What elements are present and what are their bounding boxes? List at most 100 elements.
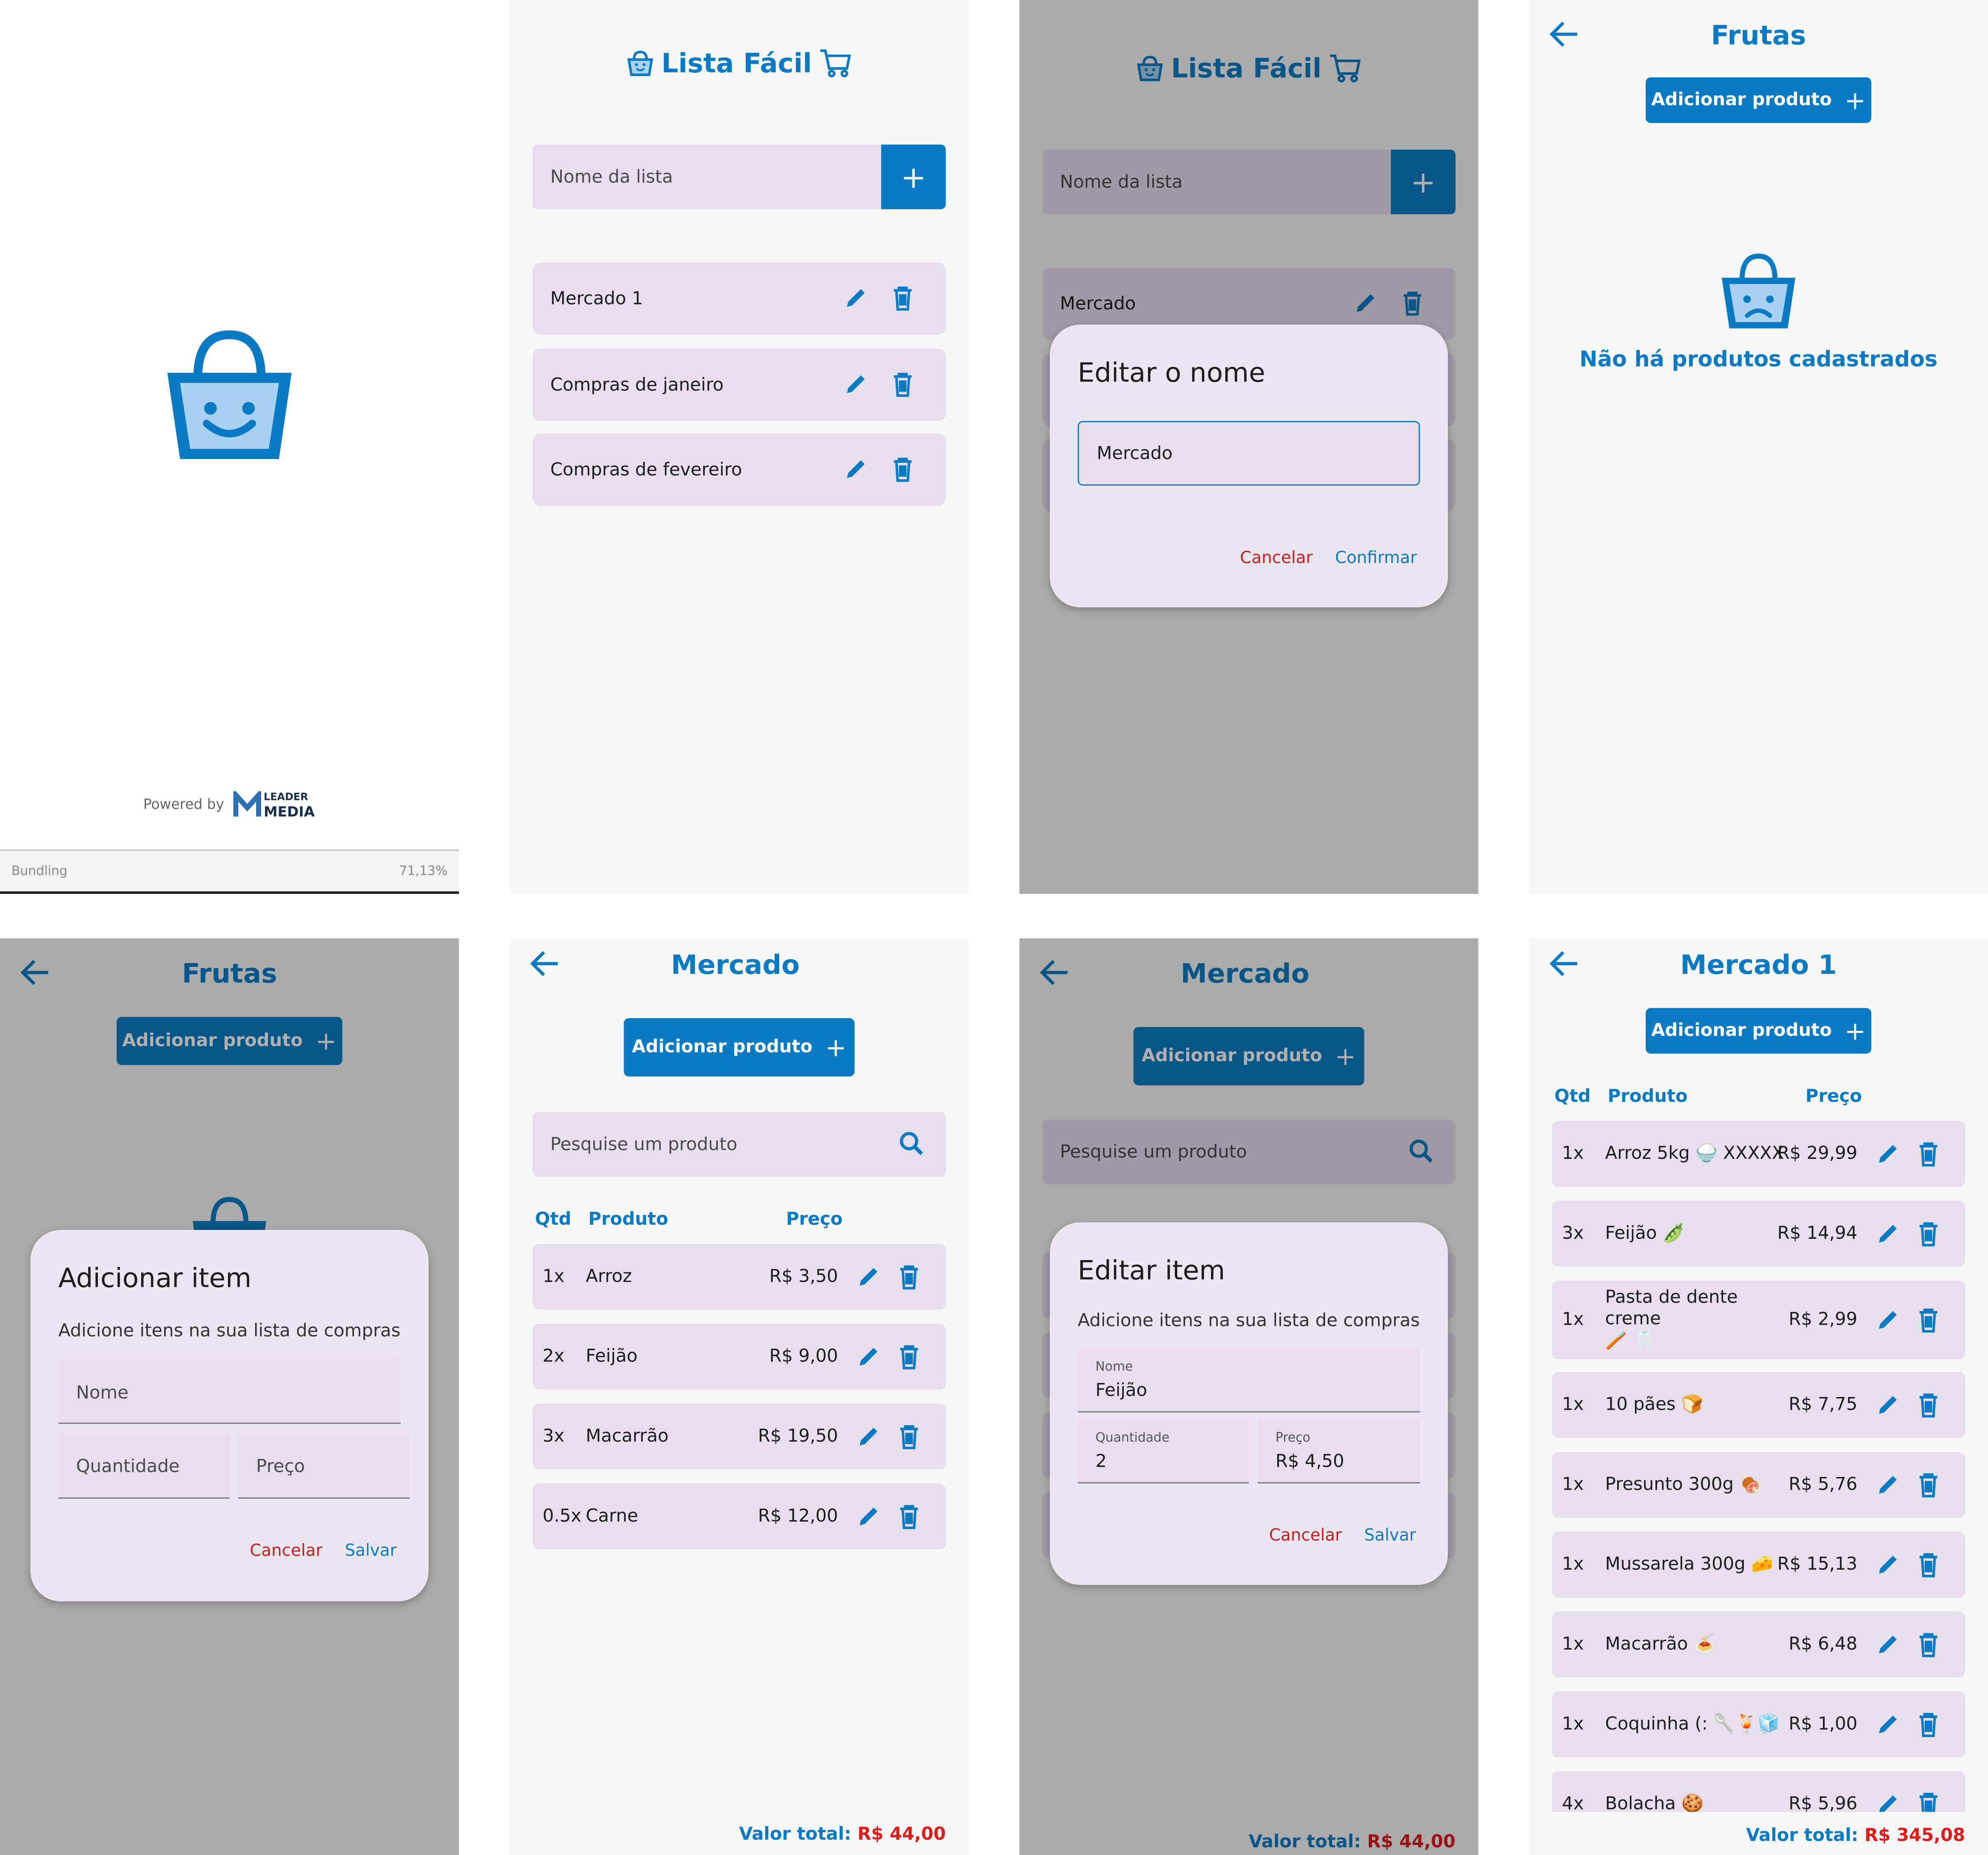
add-product-button[interactable]: Adicionar produto + bbox=[1646, 77, 1871, 123]
add-product-button[interactable]: Adicionar produto + bbox=[624, 1018, 855, 1077]
pencil-icon[interactable] bbox=[856, 1504, 881, 1529]
table-row[interactable]: 2x Feijão R$ 9,00 bbox=[532, 1323, 946, 1390]
save-button[interactable]: Salvar bbox=[345, 1542, 397, 1561]
trash-icon[interactable] bbox=[897, 1344, 920, 1370]
name-field[interactable]: Nome Feijão bbox=[1077, 1348, 1420, 1413]
item-name: Arroz bbox=[586, 1266, 632, 1287]
trash-icon[interactable] bbox=[1917, 1632, 1940, 1657]
pencil-icon[interactable] bbox=[843, 285, 869, 311]
pencil-icon[interactable] bbox=[843, 456, 869, 482]
pencil-icon[interactable] bbox=[1875, 1712, 1901, 1737]
brand-text-top: LEADER bbox=[264, 791, 308, 803]
pencil-icon[interactable] bbox=[856, 1344, 881, 1369]
trash-icon[interactable] bbox=[1917, 1472, 1940, 1498]
add-list-button[interactable]: + bbox=[881, 144, 946, 209]
pencil-icon[interactable] bbox=[1875, 1392, 1901, 1418]
trash-icon[interactable] bbox=[1917, 1712, 1940, 1737]
trash-icon[interactable] bbox=[897, 1504, 920, 1529]
item-price: R$ 2,99 bbox=[1789, 1309, 1857, 1330]
list-item[interactable]: Compras de fevereiro bbox=[532, 433, 946, 506]
table-row[interactable]: 3x Macarrão R$ 19,50 bbox=[532, 1403, 946, 1470]
table-row[interactable]: 0.5x Carne R$ 12,00 bbox=[532, 1483, 946, 1550]
plus-icon: + bbox=[1844, 1016, 1866, 1046]
total-value: Valor total: R$ 345,08 bbox=[1746, 1826, 1965, 1846]
item-name: 10 pães 🍞 bbox=[1605, 1394, 1703, 1415]
table-row[interactable]: 1x Presunto 300g 🍖 R$ 5,76 bbox=[1552, 1451, 1965, 1518]
table-row[interactable]: 3x Feijão 🫛 R$ 14,94 bbox=[1552, 1201, 1965, 1267]
dialog-title: Editar o nome bbox=[1077, 357, 1265, 388]
item-price: R$ 19,50 bbox=[758, 1426, 838, 1447]
quantity-field-value: 2 bbox=[1095, 1451, 1107, 1472]
item-price: R$ 15,13 bbox=[1777, 1554, 1857, 1575]
pencil-icon[interactable] bbox=[1875, 1472, 1901, 1498]
trash-icon[interactable] bbox=[1917, 1221, 1940, 1246]
total-label: Valor total: bbox=[739, 1824, 852, 1845]
leader-media-logo bbox=[233, 791, 262, 819]
price-header: Preço bbox=[786, 1209, 843, 1230]
trash-icon[interactable] bbox=[897, 1424, 920, 1449]
table-row[interactable]: 1x Coquinha (: 🥄🍹🧊 R$ 1,00 bbox=[1552, 1691, 1965, 1758]
pencil-icon[interactable] bbox=[1875, 1141, 1901, 1166]
trash-icon[interactable] bbox=[1917, 1307, 1940, 1333]
search-icon[interactable] bbox=[899, 1131, 924, 1157]
cancel-button[interactable]: Cancelar bbox=[250, 1542, 322, 1561]
trash-icon[interactable] bbox=[891, 285, 914, 311]
item-name: Feijão bbox=[586, 1346, 638, 1367]
item-price: R$ 6,48 bbox=[1789, 1634, 1857, 1655]
name-field[interactable]: Nome bbox=[58, 1358, 401, 1424]
total-label: Valor total: bbox=[1746, 1826, 1859, 1846]
pencil-icon[interactable] bbox=[856, 1264, 881, 1290]
table-row[interactable]: 1x Mussarela 300g 🧀 R$ 15,13 bbox=[1552, 1531, 1965, 1598]
save-button[interactable]: Salvar bbox=[1364, 1527, 1416, 1546]
table-row[interactable]: 1x 10 pães 🍞 R$ 7,75 bbox=[1552, 1372, 1965, 1438]
table-row[interactable]: 1x Arroz 5kg 🍚 XXXXX R$ 29,99 bbox=[1552, 1121, 1965, 1187]
item-qty: 1x bbox=[1562, 1714, 1584, 1735]
trash-icon[interactable] bbox=[1917, 1392, 1940, 1418]
item-qty: 1x bbox=[1562, 1634, 1584, 1655]
price-field[interactable]: Preço R$ 4,50 bbox=[1258, 1419, 1420, 1484]
pencil-icon[interactable] bbox=[843, 372, 869, 397]
qty-header: Qtd bbox=[1554, 1087, 1591, 1107]
add-product-label: Adicionar produto bbox=[1651, 90, 1832, 111]
trash-icon[interactable] bbox=[897, 1264, 920, 1290]
app-title: Lista Fácil bbox=[661, 48, 812, 79]
trash-icon[interactable] bbox=[1917, 1141, 1940, 1167]
pencil-icon[interactable] bbox=[1875, 1552, 1901, 1577]
item-name: Pasta de dente creme 🪥 🦷 bbox=[1605, 1288, 1795, 1352]
table-row[interactable]: 1x Pasta de dente creme 🪥 🦷 R$ 2,99 bbox=[1552, 1280, 1965, 1360]
list-item[interactable]: Compras de janeiro bbox=[532, 348, 946, 421]
pencil-icon[interactable] bbox=[1875, 1221, 1901, 1246]
price-field[interactable]: Preço bbox=[238, 1433, 410, 1499]
item-name-line: Pasta de dente creme bbox=[1605, 1287, 1738, 1330]
confirm-button[interactable]: Confirmar bbox=[1335, 549, 1417, 568]
quantity-field[interactable]: Quantidade 2 bbox=[1077, 1419, 1249, 1484]
item-name: Arroz 5kg 🍚 XXXXX bbox=[1605, 1144, 1784, 1164]
pencil-icon[interactable] bbox=[1875, 1307, 1901, 1333]
item-qty: 1x bbox=[1562, 1474, 1584, 1495]
page-title: Frutas bbox=[1711, 20, 1806, 51]
trash-icon[interactable] bbox=[1917, 1552, 1940, 1578]
edit-item-screen: Mercado Adicionar produto + Pesquise um … bbox=[1019, 938, 1478, 1855]
item-name: Macarrão bbox=[586, 1426, 669, 1447]
search-input[interactable]: Pesquise um produto bbox=[532, 1112, 946, 1177]
qty-header: Qtd bbox=[535, 1209, 572, 1230]
list-name-input[interactable]: Nome da lista bbox=[532, 144, 881, 209]
cancel-button[interactable]: Cancelar bbox=[1240, 549, 1313, 568]
list-item[interactable]: Mercado 1 bbox=[532, 262, 946, 335]
trash-icon[interactable] bbox=[891, 456, 914, 482]
powered-by-text: Powered by bbox=[143, 796, 224, 813]
quantity-field-label: Quantidade bbox=[1095, 1431, 1170, 1445]
pencil-icon[interactable] bbox=[856, 1424, 881, 1449]
add-product-button[interactable]: Adicionar produto + bbox=[1646, 1008, 1871, 1054]
product-list-screen: Mercado Adicionar produto + Pesquise um … bbox=[510, 938, 969, 1855]
pencil-icon[interactable] bbox=[1875, 1632, 1901, 1657]
plus-icon: + bbox=[900, 159, 926, 195]
name-field[interactable]: Mercado bbox=[1077, 421, 1420, 486]
total-amount: R$ 345,08 bbox=[1864, 1826, 1965, 1846]
plus-icon: + bbox=[1844, 85, 1866, 116]
quantity-field[interactable]: Quantidade bbox=[58, 1433, 230, 1499]
table-row[interactable]: 1x Macarrão 🍝 R$ 6,48 bbox=[1552, 1611, 1965, 1678]
trash-icon[interactable] bbox=[891, 372, 914, 397]
table-row[interactable]: 1x Arroz R$ 3,50 bbox=[532, 1243, 946, 1310]
cancel-button[interactable]: Cancelar bbox=[1269, 1527, 1342, 1546]
